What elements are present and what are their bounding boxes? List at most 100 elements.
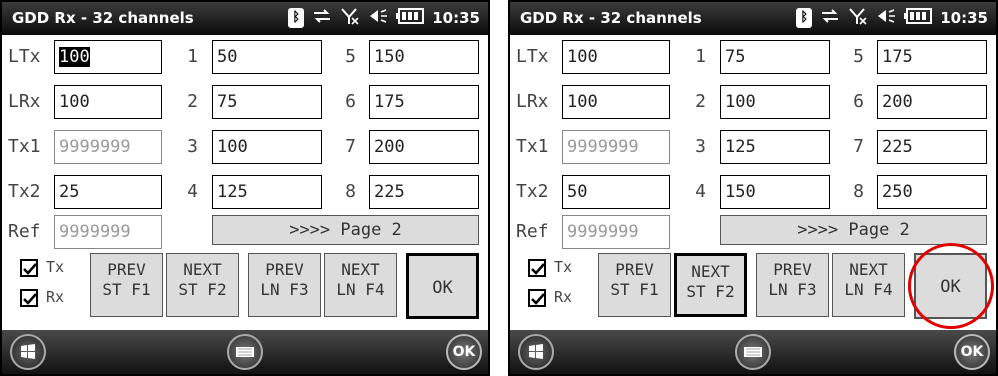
prev-st-button[interactable]: PREV ST F1: [598, 253, 671, 317]
label-ch3: 3: [695, 136, 706, 157]
ch1-field[interactable]: 50: [212, 40, 322, 74]
ch6-field[interactable]: 200: [877, 85, 987, 119]
ch3-field[interactable]: 125: [720, 130, 830, 164]
label-ltx: LTx: [8, 46, 41, 67]
battery-icon[interactable]: [904, 8, 933, 28]
next-ln-button[interactable]: NEXT LN F4: [832, 253, 905, 317]
rx-checkbox[interactable]: [20, 289, 38, 307]
no-signal-icon[interactable]: [848, 6, 868, 30]
ch5-field[interactable]: 175: [877, 40, 987, 74]
taskbar-ok-button[interactable]: OK: [446, 334, 482, 370]
tx-check-label: Tx: [554, 258, 573, 276]
battery-icon[interactable]: [396, 8, 425, 28]
label-ch1: 1: [695, 46, 706, 67]
ch8-field[interactable]: 225: [369, 175, 479, 209]
next-st-button[interactable]: NEXT ST F2: [166, 253, 239, 317]
taskbar: OK: [510, 330, 996, 374]
ch8-field[interactable]: 250: [877, 175, 987, 209]
tx1-field[interactable]: 9999999: [54, 130, 162, 164]
start-button[interactable]: [10, 334, 46, 370]
prev-ln-button[interactable]: PREV LN F3: [756, 253, 829, 317]
volume-icon[interactable]: [876, 6, 896, 30]
ch6-field[interactable]: 175: [369, 85, 479, 119]
ref-field[interactable]: 9999999: [54, 215, 162, 249]
label-lrx: LRx: [516, 91, 549, 112]
rx-check-label: Rx: [46, 288, 65, 306]
label-ltx: LTx: [516, 46, 549, 67]
label-tx1: Tx1: [516, 136, 549, 157]
bluetooth-icon[interactable]: ᛒ: [796, 8, 813, 28]
ch3-field[interactable]: 100: [212, 130, 322, 164]
app-title: GDD Rx - 32 channels: [520, 9, 702, 27]
rx-check-label: Rx: [554, 288, 573, 306]
tx-check-label: Tx: [46, 258, 65, 276]
taskbar: OK: [2, 330, 488, 374]
label-ref: Ref: [516, 221, 549, 242]
check-icon: [23, 293, 37, 305]
label-tx2: Tx2: [8, 181, 41, 202]
label-ch4: 4: [187, 181, 198, 202]
label-ch7: 7: [345, 136, 356, 157]
ltx-field[interactable]: 100: [562, 40, 670, 74]
sync-icon[interactable]: [820, 6, 840, 30]
app-title: GDD Rx - 32 channels: [12, 9, 194, 27]
keyboard-icon: [744, 347, 762, 357]
check-icon: [23, 263, 37, 275]
rx-checkbox[interactable]: [528, 289, 546, 307]
label-ch1: 1: [187, 46, 198, 67]
label-tx1: Tx1: [8, 136, 41, 157]
status-area: ᛒ 10:35: [796, 6, 988, 30]
ch4-field[interactable]: 125: [212, 175, 322, 209]
prev-st-button[interactable]: PREV ST F1: [90, 253, 163, 317]
clock: 10:35: [432, 9, 480, 27]
check-icon: [531, 263, 545, 275]
ch4-field[interactable]: 150: [720, 175, 830, 209]
page2-button[interactable]: >>>> Page 2: [720, 215, 987, 245]
ch2-field[interactable]: 75: [212, 85, 322, 119]
ch7-field[interactable]: 200: [369, 130, 479, 164]
tx-checkbox[interactable]: [528, 259, 546, 277]
ok-button[interactable]: OK: [406, 253, 479, 319]
tx2-field[interactable]: 25: [54, 175, 162, 209]
ch2-field[interactable]: 100: [720, 85, 830, 119]
windows-logo-icon: [21, 344, 35, 359]
taskbar-ok-button[interactable]: OK: [954, 334, 990, 370]
label-ch2: 2: [695, 91, 706, 112]
label-lrx: LRx: [8, 91, 41, 112]
lrx-field[interactable]: 100: [54, 85, 162, 119]
device-screen-left: GDD Rx - 32 channels ᛒ 10:35 LTx LRx Tx1…: [0, 0, 490, 376]
status-area: ᛒ 10:35: [288, 6, 480, 30]
ref-field[interactable]: 9999999: [562, 215, 670, 249]
label-ch8: 8: [345, 181, 356, 202]
clock: 10:35: [940, 9, 988, 27]
keyboard-icon: [236, 347, 254, 357]
label-ref: Ref: [8, 221, 41, 242]
label-ch8: 8: [853, 181, 864, 202]
title-bar: GDD Rx - 32 channels ᛒ 10:35: [510, 2, 996, 35]
label-ch5: 5: [853, 46, 864, 67]
lrx-field[interactable]: 100: [562, 85, 670, 119]
ltx-field[interactable]: 100: [54, 40, 162, 74]
volume-icon[interactable]: [368, 6, 388, 30]
next-st-button[interactable]: NEXT ST F2: [674, 253, 747, 317]
label-ch3: 3: [187, 136, 198, 157]
ch7-field[interactable]: 225: [877, 130, 987, 164]
label-ch6: 6: [853, 91, 864, 112]
prev-ln-button[interactable]: PREV LN F3: [248, 253, 321, 317]
next-ln-button[interactable]: NEXT LN F4: [324, 253, 397, 317]
no-signal-icon[interactable]: [340, 6, 360, 30]
device-screen-right: GDD Rx - 32 channels ᛒ 10:35 LTx LRx Tx1…: [508, 0, 998, 376]
label-ch4: 4: [695, 181, 706, 202]
keyboard-button[interactable]: [227, 334, 263, 370]
start-button[interactable]: [518, 334, 554, 370]
tx-checkbox[interactable]: [20, 259, 38, 277]
sync-icon[interactable]: [312, 6, 332, 30]
ch1-field[interactable]: 75: [720, 40, 830, 74]
ch5-field[interactable]: 150: [369, 40, 479, 74]
tx1-field[interactable]: 9999999: [562, 130, 670, 164]
title-bar: GDD Rx - 32 channels ᛒ 10:35: [2, 2, 488, 35]
bluetooth-icon[interactable]: ᛒ: [288, 8, 305, 28]
tx2-field[interactable]: 50: [562, 175, 670, 209]
page2-button[interactable]: >>>> Page 2: [212, 215, 479, 245]
keyboard-button[interactable]: [735, 334, 771, 370]
